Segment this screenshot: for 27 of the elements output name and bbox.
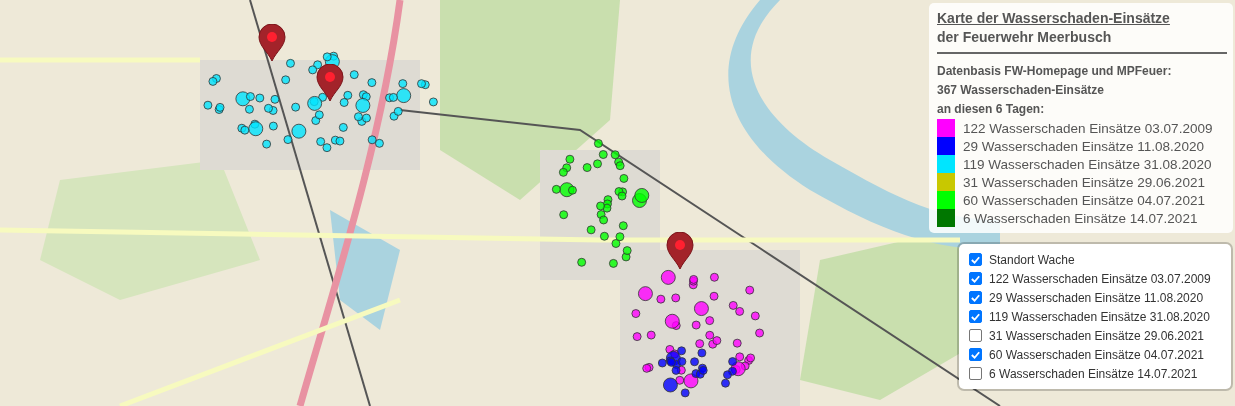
layer-label[interactable]: 119 Wasserschaden Einsätze 31.08.2020 — [989, 309, 1210, 324]
legend-info: an diesen 6 Tagen: — [937, 101, 1046, 118]
checkbox[interactable] — [969, 291, 982, 304]
layer-label[interactable]: 6 Wasserschaden Einsätze 14.07.2021 — [989, 366, 1198, 381]
legend-label: 122 Wasserschaden Einsätze 03.07.2009 — [963, 120, 1213, 136]
checkbox[interactable] — [969, 253, 982, 266]
layer-label[interactable]: 60 Wasserschaden Einsätze 04.07.2021 — [989, 347, 1205, 362]
map-pin-icon[interactable] — [316, 64, 344, 102]
layer-label[interactable]: 31 Wasserschaden Einsätze 29.06.2021 — [989, 328, 1205, 343]
legend-title: Karte der Wasserschaden-Einsätze der Feuerwehr Meerbusch — [937, 9, 1171, 47]
checkbox[interactable] — [969, 329, 982, 342]
legend-label: 6 Wasserschaden Einsätze 14.07.2021 — [963, 210, 1198, 226]
legend-label: 31 Wasserschaden Einsätze 29.06.2021 — [963, 174, 1205, 190]
checkbox[interactable] — [969, 367, 982, 380]
checkbox[interactable] — [969, 272, 982, 285]
legend-info: Datenbasis FW-Homepage und MPFeuer: — [937, 63, 1173, 80]
layer-label[interactable]: Standort Wache — [989, 252, 1075, 267]
layer-label[interactable]: 122 Wasserschaden Einsätze 03.07.2009 — [989, 271, 1211, 286]
legend-label: 60 Wasserschaden Einsätze 04.07.2021 — [963, 192, 1205, 208]
map-pin-icon[interactable] — [258, 24, 286, 62]
legend-label: 119 Wasserschaden Einsätze 31.08.2020 — [963, 156, 1212, 172]
layer-label[interactable]: 29 Wasserschaden Einsätze 11.08.2020 — [989, 290, 1204, 305]
checkbox[interactable] — [969, 348, 982, 361]
legend-label: 29 Wasserschaden Einsätze 11.08.2020 — [963, 138, 1204, 154]
checkbox[interactable] — [969, 310, 982, 323]
legend-info: 367 Wasserschaden-Einsätze — [937, 82, 1105, 99]
map-pin-icon[interactable] — [666, 232, 694, 270]
